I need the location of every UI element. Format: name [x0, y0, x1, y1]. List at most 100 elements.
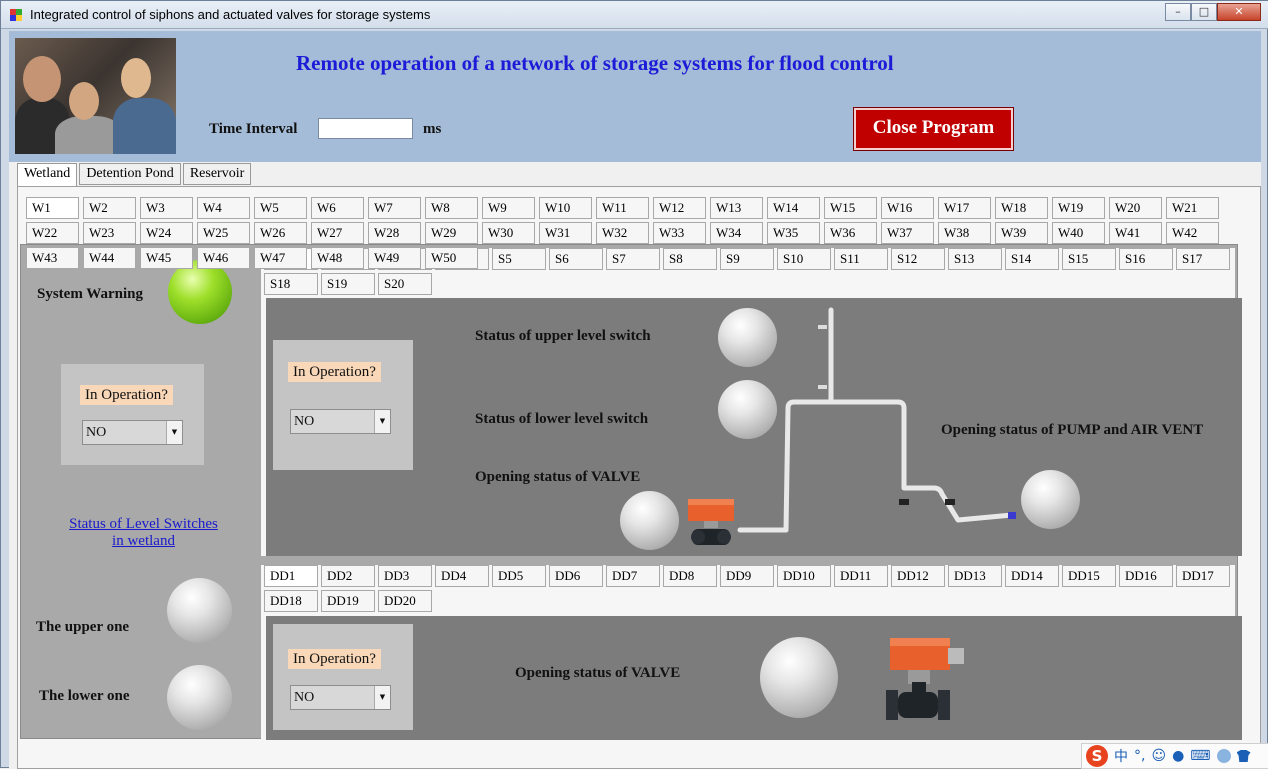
siphon-tab-17[interactable]: S17 [1176, 248, 1230, 270]
wetland-tab-16[interactable]: W16 [881, 197, 934, 219]
wetland-operation-select[interactable]: NO ▼ [82, 420, 183, 445]
siphon-tab-8[interactable]: S8 [663, 248, 717, 270]
tab-wetland[interactable]: Wetland [17, 163, 78, 187]
wetland-tab-18[interactable]: W18 [995, 197, 1048, 219]
wetland-tab-30[interactable]: W30 [482, 222, 535, 244]
wetland-tab-42[interactable]: W42 [1166, 222, 1219, 244]
wetland-tab-41[interactable]: W41 [1109, 222, 1162, 244]
wetland-tab-12[interactable]: W12 [653, 197, 706, 219]
siphon-tab-5[interactable]: S5 [492, 248, 546, 270]
drainage-device-tab-5[interactable]: DD5 [492, 565, 546, 587]
wetland-tab-32[interactable]: W32 [596, 222, 649, 244]
wetland-tab-49[interactable]: W49 [368, 247, 421, 269]
wetland-tab-50[interactable]: W50 [425, 247, 478, 269]
drainage-device-tab-15[interactable]: DD15 [1062, 565, 1116, 587]
drainage-device-tab-13[interactable]: DD13 [948, 565, 1002, 587]
wetland-tab-2[interactable]: W2 [83, 197, 136, 219]
siphon-tab-14[interactable]: S14 [1005, 248, 1059, 270]
drainage-device-tab-4[interactable]: DD4 [435, 565, 489, 587]
level-switches-link-line1[interactable]: Status of Level Switches [51, 516, 236, 533]
wetland-tab-47[interactable]: W47 [254, 247, 307, 269]
drainage-device-tab-19[interactable]: DD19 [321, 590, 375, 612]
siphon-tab-18[interactable]: S18 [264, 273, 318, 295]
maximize-button[interactable]: □ [1191, 3, 1217, 21]
siphon-tab-12[interactable]: S12 [891, 248, 945, 270]
skin-icon[interactable] [1236, 750, 1251, 762]
wetland-tab-45[interactable]: W45 [140, 247, 193, 269]
time-interval-input[interactable] [318, 118, 413, 139]
level-switches-link[interactable]: Status of Level Switches in wetland [51, 516, 236, 550]
drainage-device-tab-7[interactable]: DD7 [606, 565, 660, 587]
siphon-tab-9[interactable]: S9 [720, 248, 774, 270]
wetland-tab-20[interactable]: W20 [1109, 197, 1162, 219]
chevron-down-icon[interactable]: ▼ [374, 686, 390, 709]
siphon-tab-11[interactable]: S11 [834, 248, 888, 270]
drainage-device-tab-11[interactable]: DD11 [834, 565, 888, 587]
wetland-tab-48[interactable]: W48 [311, 247, 364, 269]
wetland-tab-36[interactable]: W36 [824, 222, 877, 244]
wetland-tab-17[interactable]: W17 [938, 197, 991, 219]
wetland-tab-21[interactable]: W21 [1166, 197, 1219, 219]
tab-reservoir[interactable]: Reservoir [182, 163, 252, 185]
siphon-tab-15[interactable]: S15 [1062, 248, 1116, 270]
drainage-device-tab-20[interactable]: DD20 [378, 590, 432, 612]
punctuation-toggle[interactable]: °, [1134, 748, 1145, 764]
drainage-device-tab-6[interactable]: DD6 [549, 565, 603, 587]
ime-toolbar[interactable]: S 中 °, ☺ ● ⌨ [1081, 743, 1268, 769]
siphon-tab-7[interactable]: S7 [606, 248, 660, 270]
wetland-tab-40[interactable]: W40 [1052, 222, 1105, 244]
wetland-tab-8[interactable]: W8 [425, 197, 478, 219]
drainage-device-tab-10[interactable]: DD10 [777, 565, 831, 587]
wetland-tab-23[interactable]: W23 [83, 222, 136, 244]
wetland-tab-43[interactable]: W43 [26, 247, 79, 269]
dd-operation-select[interactable]: NO ▼ [290, 685, 391, 710]
wetland-tab-27[interactable]: W27 [311, 222, 364, 244]
title-bar[interactable]: Integrated control of siphons and actuat… [1, 1, 1268, 29]
siphon-tab-20[interactable]: S20 [378, 273, 432, 295]
tab-detention-pond[interactable]: Detention Pond [79, 163, 181, 185]
wetland-tab-9[interactable]: W9 [482, 197, 535, 219]
wetland-tab-10[interactable]: W10 [539, 197, 592, 219]
wetland-tab-44[interactable]: W44 [83, 247, 136, 269]
keyboard-icon[interactable]: ⌨ [1190, 748, 1210, 764]
sogou-logo-icon[interactable]: S [1086, 745, 1108, 767]
wetland-tab-7[interactable]: W7 [368, 197, 421, 219]
wetland-tab-29[interactable]: W29 [425, 222, 478, 244]
ime-language-toggle[interactable]: 中 [1114, 746, 1128, 766]
microphone-icon[interactable]: ● [1172, 748, 1184, 764]
siphon-tab-6[interactable]: S6 [549, 248, 603, 270]
user-icon[interactable] [1216, 749, 1231, 763]
drainage-device-tab-12[interactable]: DD12 [891, 565, 945, 587]
wetland-tab-3[interactable]: W3 [140, 197, 193, 219]
drainage-device-tab-18[interactable]: DD18 [264, 590, 318, 612]
drainage-device-tab-17[interactable]: DD17 [1176, 565, 1230, 587]
wetland-tab-39[interactable]: W39 [995, 222, 1048, 244]
siphon-tab-13[interactable]: S13 [948, 248, 1002, 270]
chevron-down-icon[interactable]: ▼ [166, 421, 182, 444]
wetland-tab-4[interactable]: W4 [197, 197, 250, 219]
wetland-tab-28[interactable]: W28 [368, 222, 421, 244]
wetland-tab-34[interactable]: W34 [710, 222, 763, 244]
wetland-tab-38[interactable]: W38 [938, 222, 991, 244]
wetland-tab-15[interactable]: W15 [824, 197, 877, 219]
wetland-tab-11[interactable]: W11 [596, 197, 649, 219]
drainage-device-tab-3[interactable]: DD3 [378, 565, 432, 587]
wetland-tab-31[interactable]: W31 [539, 222, 592, 244]
wetland-tab-1[interactable]: W1 [26, 197, 79, 219]
emoji-icon[interactable]: ☺ [1151, 748, 1166, 764]
drainage-device-tab-1[interactable]: DD1 [264, 565, 318, 587]
wetland-tab-5[interactable]: W5 [254, 197, 307, 219]
close-program-button[interactable]: Close Program [853, 107, 1014, 151]
wetland-tab-37[interactable]: W37 [881, 222, 934, 244]
drainage-device-tab-2[interactable]: DD2 [321, 565, 375, 587]
drainage-device-tab-14[interactable]: DD14 [1005, 565, 1059, 587]
wetland-tab-24[interactable]: W24 [140, 222, 193, 244]
wetland-tab-14[interactable]: W14 [767, 197, 820, 219]
wetland-tab-26[interactable]: W26 [254, 222, 307, 244]
close-window-button[interactable]: ✕ [1217, 3, 1261, 21]
wetland-tab-6[interactable]: W6 [311, 197, 364, 219]
minimize-button[interactable]: – [1165, 3, 1191, 21]
wetland-tab-19[interactable]: W19 [1052, 197, 1105, 219]
wetland-tab-22[interactable]: W22 [26, 222, 79, 244]
drainage-device-tab-8[interactable]: DD8 [663, 565, 717, 587]
